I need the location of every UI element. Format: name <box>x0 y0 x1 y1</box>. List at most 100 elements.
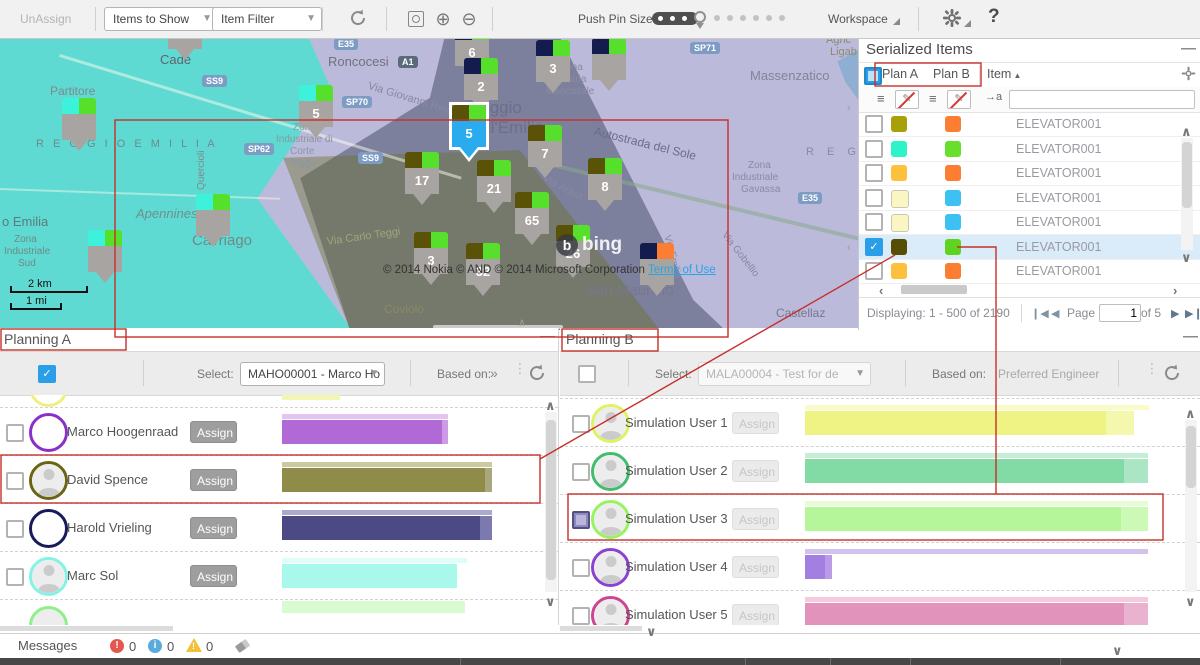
row-checkbox[interactable] <box>865 262 883 280</box>
assign-button[interactable]: Assign <box>190 517 237 539</box>
row-checkbox[interactable] <box>865 189 883 207</box>
engineer-row-partial[interactable] <box>0 599 558 625</box>
map-pin[interactable] <box>196 194 230 250</box>
map-pin[interactable]: 17 <box>405 152 439 208</box>
row-checkbox[interactable] <box>572 511 590 529</box>
scroll-down-icon[interactable]: ∨ <box>1112 643 1123 659</box>
select-all-checkbox[interactable] <box>864 67 882 85</box>
engineer-row[interactable]: Simulation User 5Assign <box>560 590 1200 625</box>
item-filter-select[interactable]: Item Filter ▼ <box>212 7 322 31</box>
planning-a-scrollbar[interactable] <box>545 412 557 592</box>
row-checkbox[interactable] <box>6 520 24 538</box>
assign-button[interactable]: Assign <box>732 460 779 482</box>
row-checkbox[interactable] <box>865 115 883 133</box>
clear-messages-eraser-icon[interactable] <box>235 639 250 653</box>
row-checkbox[interactable] <box>865 213 883 231</box>
map-pin[interactable]: 3 <box>536 40 570 96</box>
row-checkbox[interactable]: ✓ <box>865 238 883 256</box>
engineer-row[interactable]: David SpenceAssign <box>0 455 558 504</box>
engineer-row[interactable]: Simulation User 3Assign <box>560 494 1200 543</box>
map-pin[interactable] <box>168 38 202 63</box>
minimize-button[interactable]: — <box>1181 40 1196 57</box>
engineer-row[interactable]: Simulation User 1Assign <box>560 398 1200 447</box>
zoom-in-icon[interactable]: ⊕ <box>432 8 454 30</box>
refresh-icon[interactable] <box>1162 363 1182 383</box>
map-pin[interactable]: 21 <box>477 160 511 216</box>
help-button[interactable]: ? <box>988 6 1000 28</box>
row-checkbox[interactable] <box>6 472 24 490</box>
assign-button[interactable]: Assign <box>190 565 237 587</box>
map-canvas[interactable]: Reggionell'Emilia CadèPartitoreRoncocesi… <box>0 38 858 330</box>
items-to-show-select[interactable]: Items to Show ▼ <box>104 7 218 31</box>
drag-handle-dots[interactable]: ⋮ <box>513 360 527 377</box>
row-checkbox[interactable] <box>6 568 24 586</box>
assign-button[interactable]: Assign <box>732 556 779 578</box>
assign-button[interactable]: Assign <box>732 508 779 530</box>
zoom-fit-icon[interactable] <box>405 8 427 30</box>
refresh-icon[interactable] <box>348 8 368 28</box>
plan-a-column-header[interactable]: Plan A <box>882 67 918 81</box>
plan-b-edit-filter-button[interactable]: ✎ <box>947 90 971 109</box>
slider-pin-handle[interactable] <box>694 11 706 29</box>
more-options-chevron[interactable]: » <box>490 365 498 381</box>
scroll-down-icon[interactable]: ∨ <box>646 624 657 640</box>
drag-handle-dots[interactable]: ⋮ <box>1145 360 1159 377</box>
row-checkbox[interactable] <box>572 415 590 433</box>
planning-b-scrollbar-horizontal[interactable] <box>560 626 642 631</box>
engineer-row[interactable]: Marc SolAssign <box>0 551 558 600</box>
next-page-icon[interactable]: ▶ <box>1171 307 1179 320</box>
plan-b-sort-icon[interactable]: ≡ <box>929 91 937 106</box>
engineer-row[interactable]: Marco HoogenraadAssign <box>0 407 558 456</box>
planning-b-scrollbar[interactable] <box>1185 420 1197 592</box>
scroll-left-icon[interactable]: ‹ <box>879 283 883 298</box>
serialized-item-row[interactable]: ELEVATOR001 <box>859 137 1200 162</box>
serialized-item-row[interactable]: ELEVATOR001 <box>859 161 1200 186</box>
map-pin[interactable]: 8 <box>588 158 622 214</box>
first-page-icon[interactable]: ❙◀ <box>1031 307 1049 320</box>
page-number-input[interactable] <box>1099 304 1141 322</box>
map-pin[interactable]: 65 <box>515 192 549 248</box>
scroll-right-icon[interactable]: › <box>1173 283 1177 298</box>
plan-a-edit-filter-button[interactable]: ✎ <box>895 90 919 109</box>
assign-button[interactable]: Assign <box>732 412 779 434</box>
refresh-icon[interactable] <box>527 363 547 383</box>
scroll-down-icon[interactable]: ∨ <box>545 594 556 610</box>
map-pin[interactable] <box>62 98 96 154</box>
workspace-menu[interactable]: Workspace <box>828 12 888 26</box>
planning-a-engineer-select[interactable]: MAHO00001 - Marco Ho ▼ <box>240 362 385 386</box>
terms-of-use-link[interactable]: Terms of Use <box>648 264 716 276</box>
assign-button[interactable]: Assign <box>190 469 237 491</box>
serialized-item-row[interactable]: ELEVATOR001 <box>859 112 1200 137</box>
engineer-row[interactable]: Simulation User 2Assign <box>560 446 1200 495</box>
planning-b-engineer-select[interactable]: MALA00004 - Test for de ▼ <box>698 362 871 386</box>
serialized-item-row[interactable]: ✓ELEVATOR001 <box>859 235 1200 260</box>
serialized-scrollbar[interactable] <box>1181 138 1193 250</box>
gear-icon[interactable] <box>942 8 962 33</box>
map-pin-selected[interactable]: 5 <box>452 105 486 161</box>
map-pin[interactable]: 7 <box>528 125 562 181</box>
pane-collapse-down-icon[interactable]: ∧ <box>518 316 526 329</box>
row-checkbox[interactable] <box>6 424 24 442</box>
prev-page-icon[interactable]: ◀ <box>1051 307 1059 320</box>
serialized-item-row[interactable]: ELEVATOR001 <box>859 186 1200 211</box>
last-page-icon[interactable]: ▶❙ <box>1185 307 1200 320</box>
planning-b-checkbox[interactable] <box>578 365 596 383</box>
assign-button[interactable]: Assign <box>190 421 237 443</box>
pane-collapse-right-icon[interactable]: › <box>847 102 851 114</box>
row-checkbox[interactable] <box>572 463 590 481</box>
assign-button[interactable]: Assign <box>732 604 779 625</box>
row-checkbox[interactable] <box>572 559 590 577</box>
row-checkbox[interactable] <box>572 607 590 625</box>
scroll-down-icon[interactable]: ∨ <box>1185 594 1196 610</box>
planning-a-scrollbar-horizontal[interactable] <box>0 626 173 631</box>
plan-b-column-header[interactable]: Plan B <box>933 67 970 81</box>
row-checkbox[interactable] <box>865 164 883 182</box>
map-pin[interactable] <box>88 230 122 286</box>
scroll-down-icon[interactable]: ∨ <box>1181 250 1192 266</box>
item-column-header[interactable]: Item ▲ <box>987 67 1021 81</box>
item-filter-input[interactable] <box>1009 90 1195 109</box>
engineer-row[interactable]: Harold VrielingAssign <box>0 503 558 552</box>
planning-a-checkbox[interactable]: ✓ <box>38 365 56 383</box>
map-pin[interactable]: 3 <box>414 232 448 288</box>
serialized-scrollbar-horizontal[interactable] <box>901 285 967 294</box>
